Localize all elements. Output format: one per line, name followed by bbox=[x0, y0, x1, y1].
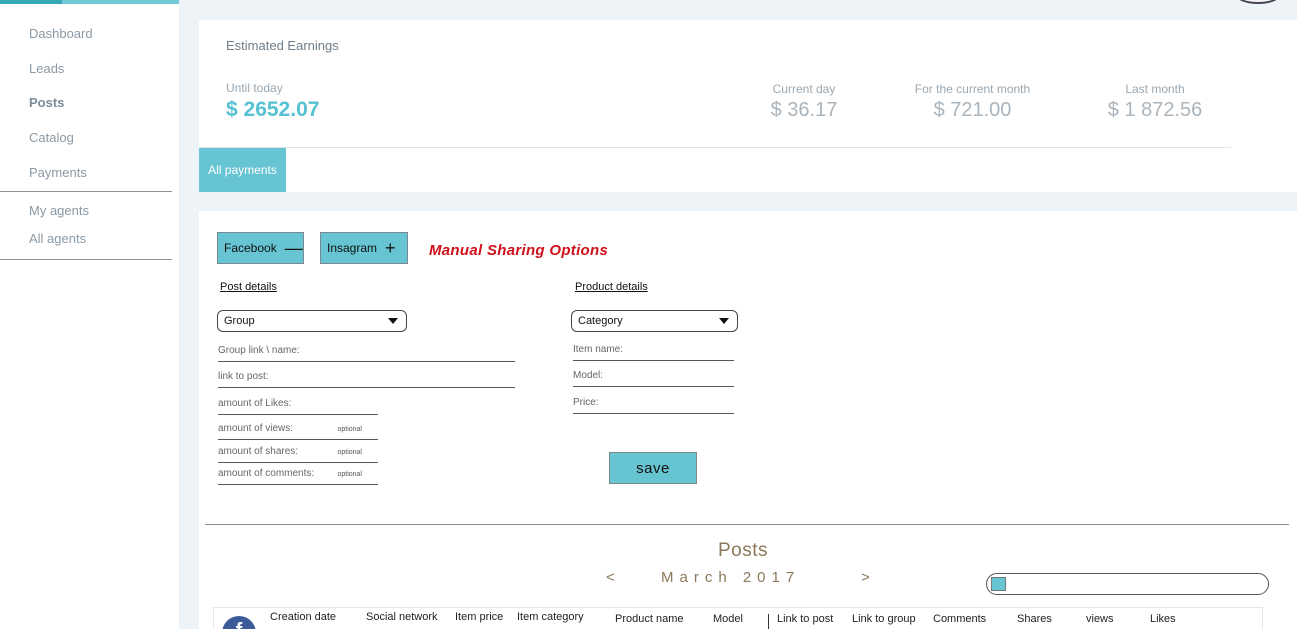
dropdown-arrow-icon bbox=[719, 318, 729, 324]
current-month-label: For the current month bbox=[914, 82, 1031, 96]
likes-field[interactable]: amount of Likes: bbox=[218, 398, 378, 415]
current-month-value: $ 721.00 bbox=[933, 99, 1012, 121]
tab-all-payments[interactable]: All payments bbox=[199, 148, 286, 192]
next-month-button[interactable]: > bbox=[861, 569, 870, 586]
current-month-stat: For the current month $ 721.00 bbox=[905, 82, 1040, 122]
plus-icon: + bbox=[385, 238, 396, 258]
instagram-toggle-label: Insagram bbox=[327, 241, 378, 255]
facebook-toggle-button[interactable]: Facebook — bbox=[217, 232, 304, 264]
earnings-title: Estimated Earnings bbox=[226, 38, 339, 53]
price-label: Price: bbox=[573, 397, 599, 408]
link-to-post-label: link to post: bbox=[218, 371, 269, 382]
save-button[interactable]: save bbox=[609, 452, 697, 484]
optional-note: optional bbox=[337, 471, 362, 478]
item-name-label: Item name: bbox=[573, 344, 624, 355]
group-link-label: Group link \ name: bbox=[218, 345, 300, 356]
section-divider bbox=[205, 524, 1289, 525]
last-month-value: $ 1 872.56 bbox=[1107, 99, 1203, 121]
sidebar: Dashboard Leads Posts Catalog Payments M… bbox=[0, 0, 179, 629]
model-field[interactable]: Model: bbox=[573, 370, 734, 387]
product-details-title: Product details bbox=[575, 281, 648, 293]
col-model: Model bbox=[713, 613, 743, 625]
sidebar-item-my-agents[interactable]: My agents bbox=[29, 203, 89, 218]
link-to-post-field[interactable]: link to post: bbox=[218, 371, 515, 388]
price-field[interactable]: Price: bbox=[573, 397, 734, 414]
col-link-to-post: Link to post bbox=[777, 613, 834, 625]
col-social-network: Social network bbox=[366, 611, 438, 623]
manual-sharing-title: Manual Sharing Options bbox=[429, 242, 609, 259]
facebook-toggle-label: Facebook bbox=[224, 241, 277, 255]
prev-month-button[interactable]: < bbox=[606, 569, 615, 586]
likes-label: amount of Likes: bbox=[218, 398, 292, 409]
range-slider[interactable] bbox=[986, 573, 1269, 595]
sidebar-top-accent-active bbox=[0, 0, 62, 4]
until-today-label: Until today bbox=[226, 81, 283, 95]
month-label: March 2017 bbox=[661, 569, 801, 586]
shares-field[interactable]: amount of shares: optional bbox=[218, 446, 378, 463]
col-link-to-group: Link to group bbox=[852, 613, 916, 625]
col-shares: Shares bbox=[1017, 613, 1052, 625]
current-day-label: Current day bbox=[772, 82, 836, 96]
sidebar-item-all-agents[interactable]: All agents bbox=[29, 231, 86, 246]
group-select[interactable]: Group bbox=[217, 310, 407, 332]
current-day-stat: Current day $ 36.17 bbox=[759, 82, 849, 122]
comments-field[interactable]: amount of comments: optional bbox=[218, 468, 378, 485]
category-select-value: Category bbox=[578, 315, 623, 327]
comments-label: amount of comments: bbox=[218, 468, 315, 479]
sidebar-item-payments[interactable]: Payments bbox=[29, 165, 87, 180]
col-creation-date: Creation date bbox=[270, 611, 337, 623]
col-product-name: Product name bbox=[615, 613, 684, 625]
last-month-label: Last month bbox=[1125, 82, 1185, 96]
earnings-card: Estimated Earnings Until today $ 2652.07… bbox=[199, 20, 1297, 192]
views-label: amount of views: bbox=[218, 423, 294, 434]
sidebar-divider bbox=[0, 259, 172, 260]
instagram-toggle-button[interactable]: Insagram + bbox=[320, 232, 408, 264]
post-details-title: Post details bbox=[220, 281, 277, 293]
last-month-stat: Last month $ 1 872.56 bbox=[1095, 82, 1215, 122]
group-link-field[interactable]: Group link \ name: bbox=[218, 345, 515, 362]
current-day-value: $ 36.17 bbox=[770, 99, 838, 121]
shares-label: amount of shares: bbox=[218, 446, 299, 457]
optional-note: optional bbox=[337, 426, 362, 433]
col-item-category: Item category bbox=[517, 611, 584, 623]
posts-table-header: f Creation date Social network Item pric… bbox=[213, 607, 1263, 629]
model-label: Model: bbox=[573, 370, 604, 381]
sidebar-item-leads[interactable]: Leads bbox=[29, 61, 64, 76]
facebook-icon: f bbox=[222, 616, 256, 629]
col-comments: Comments bbox=[933, 613, 987, 625]
minus-icon: — bbox=[284, 238, 303, 258]
sidebar-top-accent bbox=[0, 0, 179, 4]
sidebar-item-catalog[interactable]: Catalog bbox=[29, 130, 74, 145]
col-views: views bbox=[1086, 613, 1114, 625]
col-item-price: Item price bbox=[455, 611, 504, 623]
category-select[interactable]: Category bbox=[571, 310, 738, 332]
group-select-value: Group bbox=[224, 315, 255, 327]
slider-handle[interactable] bbox=[991, 577, 1006, 591]
sidebar-divider bbox=[0, 191, 172, 192]
sidebar-item-posts[interactable]: Posts bbox=[29, 95, 64, 110]
views-field[interactable]: amount of views: optional bbox=[218, 423, 378, 440]
until-today-value: $ 2652.07 bbox=[226, 98, 320, 121]
column-separator bbox=[768, 614, 769, 629]
col-likes: Likes bbox=[1150, 613, 1176, 625]
earnings-divider bbox=[199, 147, 1231, 148]
optional-note: optional bbox=[337, 449, 362, 456]
posts-title: Posts bbox=[718, 540, 769, 561]
dropdown-arrow-icon bbox=[388, 318, 398, 324]
sidebar-item-dashboard[interactable]: Dashboard bbox=[29, 26, 93, 41]
manual-sharing-panel: Facebook — Insagram + Manual Sharing Opt… bbox=[199, 211, 1297, 629]
profile-avatar-icon[interactable] bbox=[1236, 0, 1280, 4]
item-name-field[interactable]: Item name: bbox=[573, 344, 734, 361]
